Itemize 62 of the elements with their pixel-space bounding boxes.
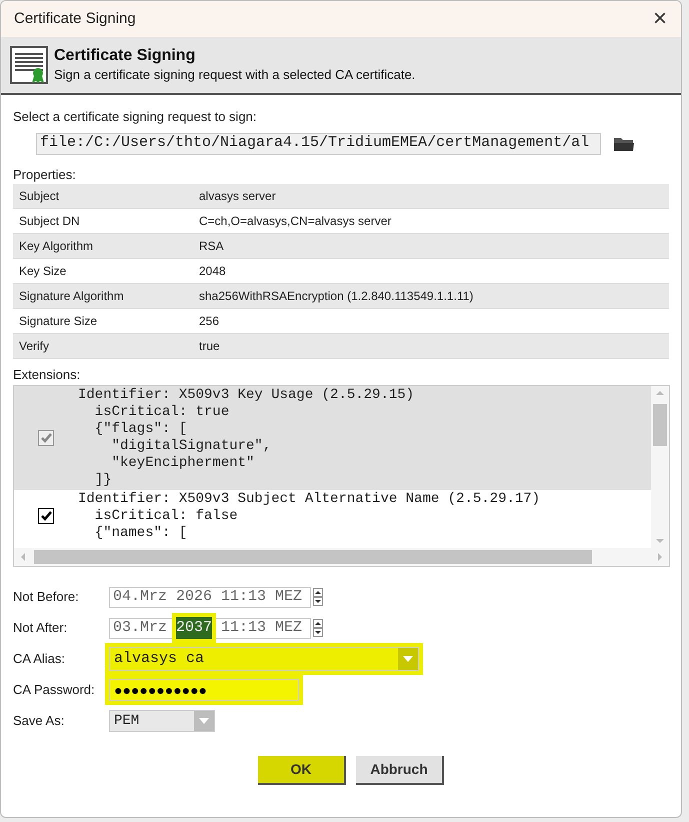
header-subtitle: Sign a certificate signing request with a selected CA certificate. (54, 66, 416, 84)
checkmark-icon (40, 511, 52, 521)
scroll-thumb[interactable] (653, 404, 667, 446)
header-title: Certificate Signing (54, 46, 196, 66)
csr-label: Select a certificate signing request to sign: (13, 108, 258, 126)
extension-line: Identifier: X509v3 Subject Alternative Name (2.5.29.17) (78, 490, 540, 508)
horizontal-scrollbar[interactable] (14, 548, 669, 566)
property-value: true (199, 338, 220, 355)
property-value: sha256WithRSAEncryption (1.2.840.113549.1.1.11) (199, 288, 474, 305)
property-name: Subject (18, 188, 60, 205)
property-value: 2048 (199, 263, 226, 280)
format-dropdown[interactable]: PEM (109, 710, 215, 732)
dialog-button[interactable]: OK (258, 756, 346, 784)
caret-icon (198, 717, 210, 725)
property-name: Key Size (18, 263, 68, 280)
extension-line: isCritical: false (94, 508, 239, 524)
field-label: CA Password: (13, 681, 96, 700)
folder-icon[interactable] (613, 136, 635, 152)
property-value: alvasys server (199, 188, 276, 205)
date-field[interactable]: 03.Mrz 2037 11:13 MEZ (109, 618, 311, 638)
scroll-left-icon[interactable] (20, 552, 26, 562)
caret-icon (402, 655, 414, 663)
vertical-scrollbar[interactable] (651, 386, 669, 548)
scroll-up-icon[interactable] (655, 390, 665, 396)
date-text: 11:13 MEZ (220, 618, 302, 638)
window-title: Certificate Signing (14, 8, 136, 29)
dialog-button[interactable]: Abbruch (356, 756, 444, 784)
property-name: Key Algorithm (18, 238, 94, 255)
extension-line: "keyEncipherment" (110, 454, 256, 472)
property-value: C=ch,O=alvasys,CN=alvasys server (199, 213, 392, 230)
extension-line: "digitalSignature", (110, 438, 272, 454)
property-value: RSA (199, 238, 224, 255)
scroll-right-icon[interactable] (657, 552, 663, 562)
scroll-thumb[interactable] (34, 550, 592, 564)
property-name: Signature Size (18, 313, 98, 330)
properties-label: Properties: (13, 166, 77, 184)
scroll-down-icon[interactable] (655, 538, 665, 544)
property-name: Subject DN (18, 213, 81, 230)
field-label: Not Before: (13, 588, 80, 606)
extension-line: ]} (94, 472, 113, 488)
extension-line: {"names": [ (94, 524, 188, 542)
spinner-icon[interactable] (313, 588, 323, 606)
checkbox[interactable] (38, 508, 54, 524)
field-label: Save As: (13, 712, 66, 730)
extension-item[interactable]: Identifier: X509v3 Key Usage (2.5.29.15) isCritical: true {"flags": [ "digitalSignature", "keyEncipherment" ]} (14, 386, 651, 490)
date-text: 2037 (176, 616, 212, 640)
property-value: 256 (199, 313, 220, 330)
extension-line: {"flags": [ (94, 420, 188, 438)
date-text: 03.Mrz (113, 618, 168, 638)
field-label: CA Alias: (13, 650, 66, 668)
field-label: Not After: (13, 619, 68, 638)
spinner-icon[interactable] (313, 619, 323, 637)
extensions-label: Extensions: (13, 366, 82, 384)
checkbox[interactable] (38, 430, 54, 446)
certificate-icon (10, 46, 48, 84)
extension-line: isCritical: true (94, 404, 230, 420)
property-name: Verify (18, 338, 50, 355)
file-path-field[interactable]: file:/C:/Users/thto/Niagara4.15/TridiumEMEA/certManagement/al (36, 132, 601, 154)
close-button[interactable]: × (652, 7, 667, 31)
extension-line: Identifier: X509v3 Key Usage (2.5.29.15) (78, 386, 414, 404)
checkmark-icon (40, 432, 52, 442)
property-name: Signature Algorithm (18, 288, 125, 305)
